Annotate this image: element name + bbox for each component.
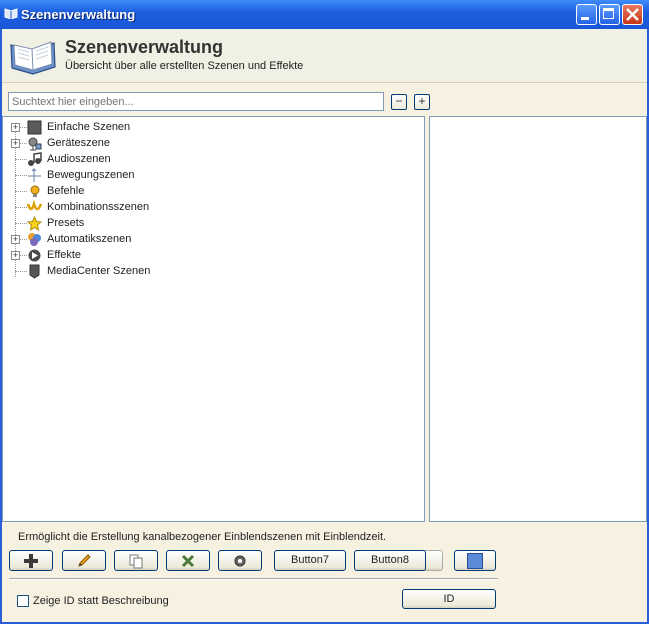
collapse-all-button[interactable]: − — [391, 94, 407, 110]
tree-item-geraeteszene[interactable]: + Geräteszene — [3, 135, 303, 151]
gear-icon — [234, 555, 246, 567]
edit-scene-button[interactable] — [62, 550, 106, 571]
combination-icon — [27, 200, 42, 211]
title-bar[interactable]: Szenenverwaltung — [0, 0, 649, 29]
expand-icon[interactable]: + — [11, 235, 20, 244]
expand-icon[interactable]: + — [11, 251, 20, 260]
color-swatch — [467, 553, 483, 569]
tree-item-einfache-szenen[interactable]: + Einfache Szenen — [3, 119, 303, 135]
details-panel — [429, 116, 647, 522]
tree-item-bewegungszenen[interactable]: Bewegungszenen — [3, 167, 303, 183]
music-note-icon — [28, 152, 42, 166]
tree-item-label: Effekte — [47, 249, 82, 261]
copy-scene-button[interactable] — [114, 550, 158, 571]
button8[interactable]: Button8 — [354, 550, 426, 571]
maximize-button[interactable] — [599, 4, 620, 25]
separator — [9, 578, 498, 580]
tree-item-mediacenter-szenen[interactable]: MediaCenter Szenen — [3, 263, 303, 279]
show-id-checkbox[interactable] — [17, 595, 29, 607]
tree-item-label: Automatikszenen — [47, 233, 132, 245]
devices-icon — [28, 137, 42, 151]
add-scene-button[interactable] — [9, 550, 53, 571]
delete-icon — [181, 554, 195, 568]
star-icon — [27, 216, 42, 231]
tree-item-kombinationsszenen[interactable]: Kombinationsszenen — [3, 199, 303, 215]
delete-scene-button[interactable] — [166, 550, 210, 571]
page-title: Szenenverwaltung — [65, 37, 224, 57]
close-button[interactable] — [622, 4, 643, 25]
tree-item-automatikszenen[interactable]: + Automatikszenen — [3, 231, 303, 247]
show-id-label: Zeige ID statt Beschreibung — [33, 595, 169, 607]
tree-item-label: MediaCenter Szenen — [47, 265, 151, 277]
book-icon — [4, 8, 18, 19]
tree-item-label: Presets — [47, 217, 85, 229]
expand-icon[interactable]: + — [11, 123, 20, 132]
page-subtitle: Übersicht über alle erstellten Szenen un… — [65, 60, 304, 72]
tree-item-effekte[interactable]: + Effekte — [3, 247, 303, 263]
tree-item-audioszenen[interactable]: Audioszenen — [3, 151, 303, 167]
tree-item-label: Befehle — [47, 185, 85, 197]
tree-item-label: Geräteszene — [47, 137, 110, 149]
open-book-icon — [10, 41, 56, 75]
tree-item-presets[interactable]: Presets — [3, 215, 303, 231]
copy-icon — [129, 554, 143, 569]
tree-item-befehle[interactable]: Befehle — [3, 183, 303, 199]
status-text: Ermöglicht die Erstellung kanalbezogener… — [18, 531, 387, 543]
mediacenter-icon — [29, 264, 40, 279]
button7[interactable]: Button7 — [274, 550, 346, 571]
minimize-icon — [581, 17, 589, 20]
scene-tree[interactable]: + Einfache Szenen + Geräteszene Audiosze… — [2, 116, 425, 522]
test-scene-button[interactable] — [218, 550, 262, 571]
motion-icon — [28, 168, 41, 182]
window-title: Szenenverwaltung — [21, 7, 136, 22]
tree-item-label: Kombinationsszenen — [47, 201, 150, 213]
header-panel: Szenenverwaltung Übersicht über alle ers… — [2, 29, 647, 83]
search-input[interactable] — [8, 92, 384, 111]
plus-icon — [24, 554, 38, 568]
tree-item-label: Audioszenen — [47, 153, 111, 165]
id-button[interactable]: ID — [402, 589, 496, 609]
close-icon — [626, 8, 639, 21]
tree-item-label: Einfache Szenen — [47, 121, 131, 133]
expand-icon[interactable]: + — [11, 139, 20, 148]
maximize-icon — [603, 8, 614, 19]
minimize-button[interactable] — [576, 4, 597, 25]
effects-icon — [28, 249, 41, 262]
automatic-icon — [28, 233, 41, 246]
pencil-icon — [78, 554, 91, 567]
expand-all-button[interactable]: + — [414, 94, 430, 110]
stop-square-icon — [27, 120, 42, 135]
lightbulb-icon — [30, 185, 40, 197]
color-button[interactable] — [454, 550, 496, 571]
tree-item-label: Bewegungszenen — [47, 169, 135, 181]
main-window: Szenenverwaltung Szenenverwaltung Übersi… — [0, 0, 649, 624]
